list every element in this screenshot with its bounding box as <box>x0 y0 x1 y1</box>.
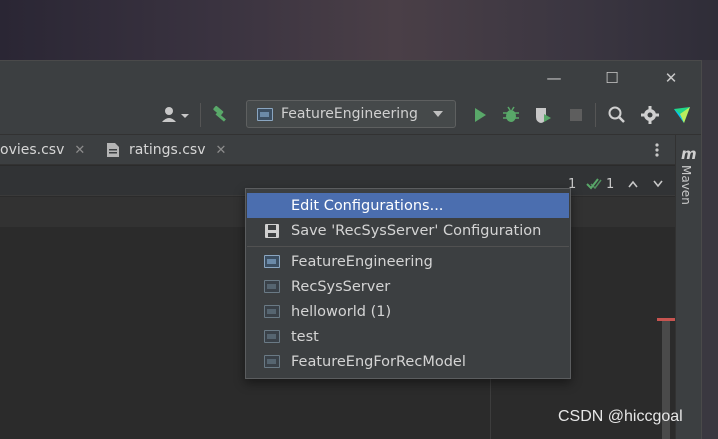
run-configuration-selector[interactable]: FeatureEngineering <box>246 100 456 128</box>
run-icon <box>475 108 486 122</box>
ok-indicator[interactable]: 1 <box>586 176 614 192</box>
debug-icon <box>503 106 519 122</box>
more-tabs-button[interactable] <box>650 141 664 159</box>
tab-label: ovies.csv <box>0 142 65 158</box>
desktop-background <box>0 0 718 60</box>
right-tool-window-bar: m Maven <box>675 135 701 439</box>
close-icon: ✕ <box>664 69 678 87</box>
menu-item-save-configuration[interactable]: Save 'RecSysServer' Configuration <box>247 218 569 243</box>
tab-ratings-csv[interactable]: ratings.csv ✕ <box>106 135 226 165</box>
gear-icon <box>641 106 659 124</box>
minimize-button[interactable]: — <box>543 67 565 89</box>
build-button[interactable] <box>210 105 230 125</box>
watermark: CSDN @hiccgoal <box>558 408 683 425</box>
double-check-icon <box>586 178 602 190</box>
debug-button[interactable] <box>501 105 521 125</box>
tab-movies-csv[interactable]: ovies.csv ✕ <box>0 135 85 165</box>
main-toolbar: FeatureEngineering <box>0 95 701 135</box>
error-stripe-marker[interactable] <box>657 318 675 321</box>
desktop-background-right <box>702 60 718 439</box>
menu-item-config-featureengforrecmodel[interactable]: FeatureEngForRecModel <box>247 349 569 374</box>
previous-highlight-button[interactable] <box>627 176 639 192</box>
config-icon-dim <box>263 304 281 320</box>
stop-button[interactable] <box>566 105 586 125</box>
chevron-up-icon <box>628 180 638 188</box>
toolbar-separator <box>200 103 201 127</box>
run-button[interactable] <box>470 105 490 125</box>
toolbar-separator <box>595 103 596 127</box>
menu-separator <box>247 246 569 247</box>
settings-button[interactable] <box>640 105 660 125</box>
vcs-user-button[interactable] <box>160 105 190 125</box>
title-bar: — ☐ ✕ <box>0 61 701 95</box>
config-icon <box>263 254 281 270</box>
menu-item-config-featureengineering[interactable]: FeatureEngineering <box>247 249 569 274</box>
close-icon[interactable]: ✕ <box>216 143 227 158</box>
blank-icon <box>263 198 281 214</box>
menu-item-config-recsysserver[interactable]: RecSysServer <box>247 274 569 299</box>
config-icon-dim <box>263 354 281 370</box>
next-highlight-button[interactable] <box>652 176 664 192</box>
chevron-down-icon <box>653 180 663 188</box>
more-vertical-icon <box>655 143 659 157</box>
stop-icon <box>570 109 582 121</box>
run-configuration-dropdown: Edit Configurations... Save 'RecSysServe… <box>245 188 571 379</box>
menu-item-edit-configurations[interactable]: Edit Configurations... <box>247 193 569 218</box>
editor-tab-bar: ovies.csv ✕ ratings.csv ✕ <box>0 135 675 165</box>
coverage-button[interactable] <box>533 105 553 125</box>
config-icon <box>257 107 273 121</box>
menu-item-config-helloworld[interactable]: helloworld (1) <box>247 299 569 324</box>
file-icon <box>107 143 119 157</box>
search-everywhere-button[interactable] <box>607 105 627 125</box>
maven-icon: m <box>681 145 697 163</box>
save-icon <box>263 223 281 239</box>
hammer-icon <box>213 105 226 122</box>
maximize-button[interactable]: ☐ <box>601 67 623 89</box>
ide-window: — ☐ ✕ FeatureEngineering ovies.csv ✕ rat… <box>0 60 702 439</box>
toolbox-icon <box>674 107 690 123</box>
search-icon <box>608 106 625 123</box>
coverage-icon <box>536 108 551 123</box>
tab-label: ratings.csv <box>129 142 206 158</box>
chevron-down-icon <box>433 111 443 117</box>
menu-item-config-test[interactable]: test <box>247 324 569 349</box>
close-icon[interactable]: ✕ <box>74 143 85 158</box>
run-configuration-label: FeatureEngineering <box>281 106 418 122</box>
minimize-icon: — <box>546 69 562 87</box>
close-window-button[interactable]: ✕ <box>660 67 682 89</box>
maximize-icon: ☐ <box>605 69 619 87</box>
user-icon <box>162 107 189 122</box>
maven-tool-window-button[interactable]: Maven <box>679 165 693 205</box>
config-icon-dim <box>263 279 281 295</box>
toolbox-button[interactable] <box>672 105 692 125</box>
config-icon-dim <box>263 329 281 345</box>
ok-count: 1 <box>606 176 615 192</box>
